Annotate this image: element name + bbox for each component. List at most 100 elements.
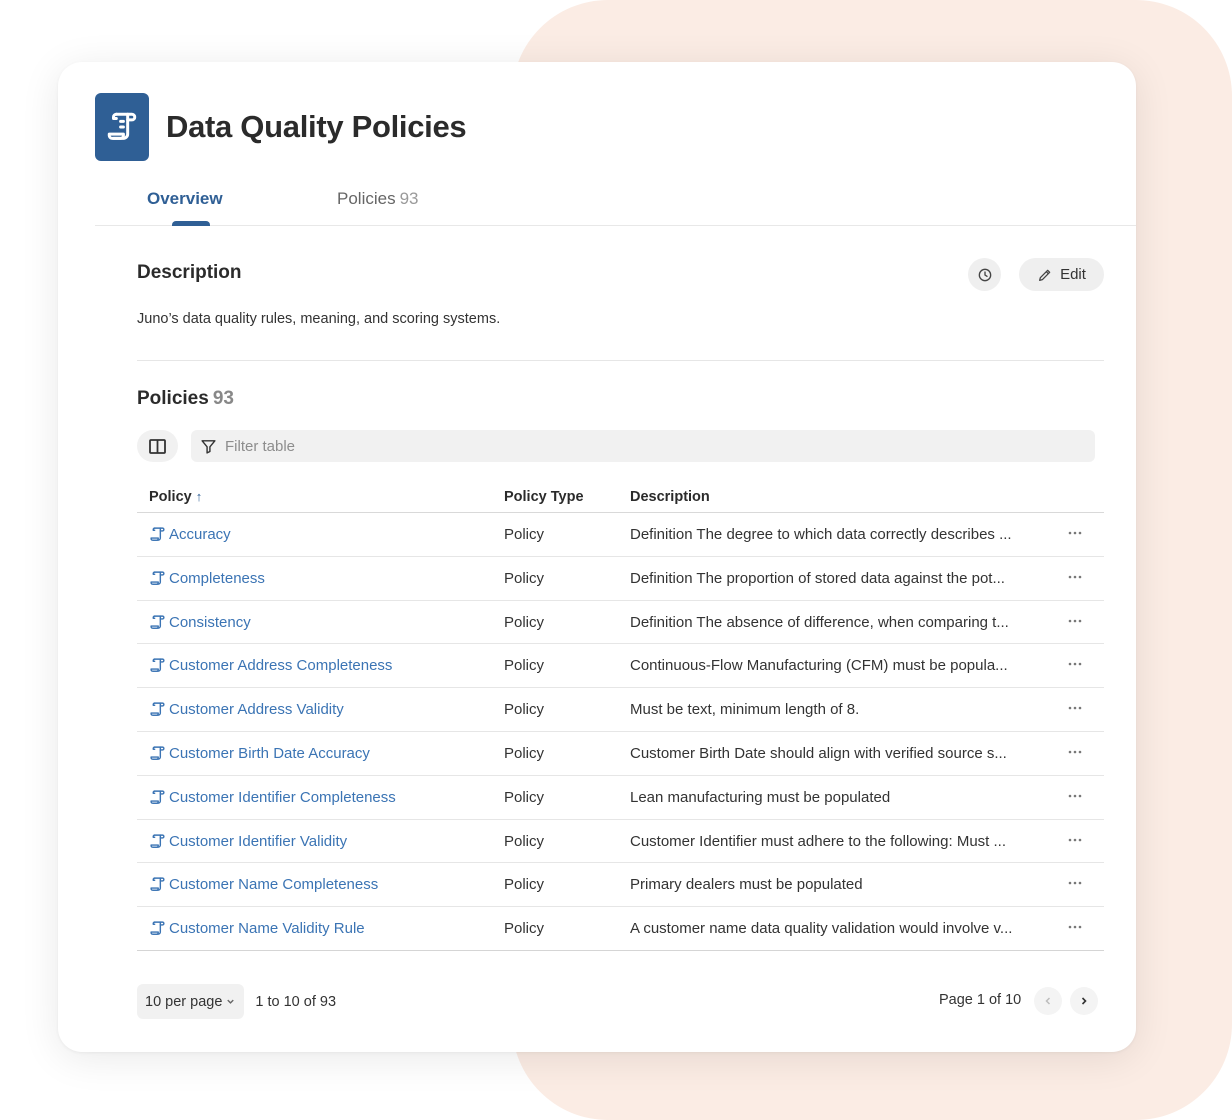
row-more-button[interactable]: [1062, 786, 1088, 808]
policy-link[interactable]: Completeness: [149, 570, 265, 587]
row-more-button[interactable]: [1062, 654, 1088, 676]
table-row[interactable]: Customer Name Completeness Policy Primary …: [137, 863, 1104, 908]
filter-icon: [201, 439, 216, 454]
row-more-button[interactable]: [1062, 611, 1088, 633]
policy-link[interactable]: Customer Identifier Validity: [149, 833, 347, 850]
policy-description: Continuous-Flow Manufacturing (CFM) must…: [630, 657, 1008, 675]
policy-name: Completeness: [169, 569, 265, 587]
policy-icon: [149, 745, 166, 762]
per-page-select[interactable]: 10 per page: [137, 984, 245, 1019]
edit-button[interactable]: Edit: [1019, 258, 1104, 291]
policy-description: A customer name data quality validation …: [630, 920, 1013, 938]
more-horizontal-icon: [1068, 575, 1082, 579]
more-horizontal-icon: [1068, 882, 1082, 885]
table-row[interactable]: Customer Name Validity Rule Policy A custo…: [137, 907, 1104, 951]
policy-description: Definition The absence of difference, wh…: [630, 613, 1009, 631]
column-header-policy-label: Policy: [149, 489, 192, 505]
policy-name: Accuracy: [169, 526, 231, 543]
table-row[interactable]: Customer Birth Date Accuracy Policy Custom…: [137, 732, 1104, 776]
more-horizontal-icon: [1068, 794, 1082, 798]
table-row[interactable]: Customer Identifier Validity Policy Custom…: [137, 820, 1104, 864]
more-horizontal-icon: [1068, 750, 1082, 754]
policy-type: Policy: [504, 832, 545, 850]
policy-icon: [149, 876, 166, 893]
table-row[interactable]: Customer Address Validity Policy Must be t…: [137, 688, 1104, 732]
policy-link[interactable]: Customer Name Validity Rule: [149, 920, 365, 937]
tab-policies-label: Policies: [337, 189, 396, 208]
policy-icon: [149, 570, 166, 587]
page-indicator: Page 1 of 10: [939, 992, 1022, 1008]
table-row[interactable]: Customer Address Completeness Policy Conti…: [137, 644, 1104, 689]
policy-name: Customer Address Validity: [169, 701, 344, 719]
policy-link[interactable]: Customer Name Completeness: [149, 876, 378, 893]
description-heading: Description: [137, 262, 242, 283]
table-row[interactable]: Completeness Policy Definition The proport…: [137, 557, 1104, 601]
row-more-button[interactable]: [1062, 830, 1088, 852]
policy-description: Must be text, minimum length of 8.: [630, 701, 860, 719]
description-text: Juno’s data quality rules, meaning, and …: [137, 311, 501, 327]
policy-link[interactable]: Consistency: [149, 614, 251, 631]
policy-name: Customer Identifier Validity: [169, 832, 348, 850]
policy-name: Customer Address Completeness: [169, 657, 393, 675]
pagination-left: 10 per page 1 to 10 of 93: [137, 984, 336, 1019]
tab-policies[interactable]: Policies 93: [337, 189, 419, 209]
history-button[interactable]: [968, 258, 1001, 291]
policy-description: Primary dealers must be populated: [630, 876, 863, 894]
column-settings-button[interactable]: [137, 430, 178, 462]
chevron-down-icon: [227, 999, 235, 1004]
row-more-button[interactable]: [1062, 567, 1088, 589]
next-page-button[interactable]: [1070, 987, 1098, 1015]
per-page-label: 10 per page: [145, 993, 223, 1010]
column-header-policy-type[interactable]: Policy Type: [504, 489, 584, 505]
policy-link[interactable]: Accuracy: [149, 526, 231, 543]
more-horizontal-icon: [1068, 706, 1082, 710]
more-horizontal-icon: [1068, 619, 1082, 622]
policy-icon: [149, 833, 166, 850]
tab-overview-label: Overview: [147, 189, 223, 208]
pencil-icon: [1039, 269, 1051, 281]
policy-type: Policy: [504, 876, 545, 894]
filter-input[interactable]: [225, 437, 1045, 455]
more-horizontal-icon: [1068, 925, 1082, 929]
pagination-range: 1 to 10 of 93: [255, 993, 337, 1010]
policy-icon: [149, 657, 166, 674]
policy-document-icon: [95, 93, 149, 161]
table-row[interactable]: Customer Identifier Completeness Policy Le…: [137, 776, 1104, 820]
table-row[interactable]: Consistency Policy Definition The absence …: [137, 601, 1104, 645]
policy-icon: [149, 789, 166, 806]
policy-name: Customer Name Completeness: [169, 876, 379, 894]
policy-icon: [149, 526, 166, 543]
column-header-description[interactable]: Description: [630, 489, 710, 505]
policy-link[interactable]: Customer Address Validity: [149, 701, 344, 718]
previous-page-button[interactable]: [1034, 987, 1062, 1015]
policy-type: Policy: [504, 744, 545, 762]
tab-overview[interactable]: Overview: [147, 189, 223, 209]
filter-bar: [191, 430, 1095, 462]
row-more-button[interactable]: [1062, 523, 1088, 545]
policy-name: Customer Name Validity Rule: [169, 920, 365, 938]
policy-type: Policy: [504, 613, 545, 631]
clock-icon: [978, 268, 991, 281]
chevron-left-icon: [1045, 997, 1051, 1005]
row-more-button[interactable]: [1062, 742, 1088, 764]
table-body: Accuracy Policy Definition The degree to w…: [137, 513, 1104, 951]
policy-icon: [149, 920, 166, 937]
policy-name: Consistency: [169, 613, 251, 631]
table-row[interactable]: Accuracy Policy Definition The degree to w…: [137, 513, 1104, 557]
more-horizontal-icon: [1068, 531, 1082, 535]
policies-heading-label: Policies: [137, 388, 209, 409]
policy-link[interactable]: Customer Address Completeness: [149, 657, 392, 674]
policy-name: Customer Birth Date Accuracy: [169, 744, 370, 762]
policies-table: Policy ↑ Policy Type Description Accuracy…: [137, 480, 1104, 951]
policy-type: Policy: [504, 657, 545, 675]
row-more-button[interactable]: [1062, 917, 1088, 939]
row-more-button[interactable]: [1062, 873, 1088, 895]
policy-link[interactable]: Customer Identifier Completeness: [149, 789, 396, 806]
row-more-button[interactable]: [1062, 698, 1088, 720]
column-header-policy[interactable]: Policy ↑: [149, 489, 202, 505]
policy-description: Customer Birth Date should align with ve…: [630, 744, 1007, 762]
table-header: Policy ↑ Policy Type Description: [137, 480, 1104, 513]
policy-link[interactable]: Customer Birth Date Accuracy: [149, 745, 370, 762]
policy-type: Policy: [504, 788, 545, 806]
policy-description: Customer Identifier must adhere to the f…: [630, 832, 1007, 850]
